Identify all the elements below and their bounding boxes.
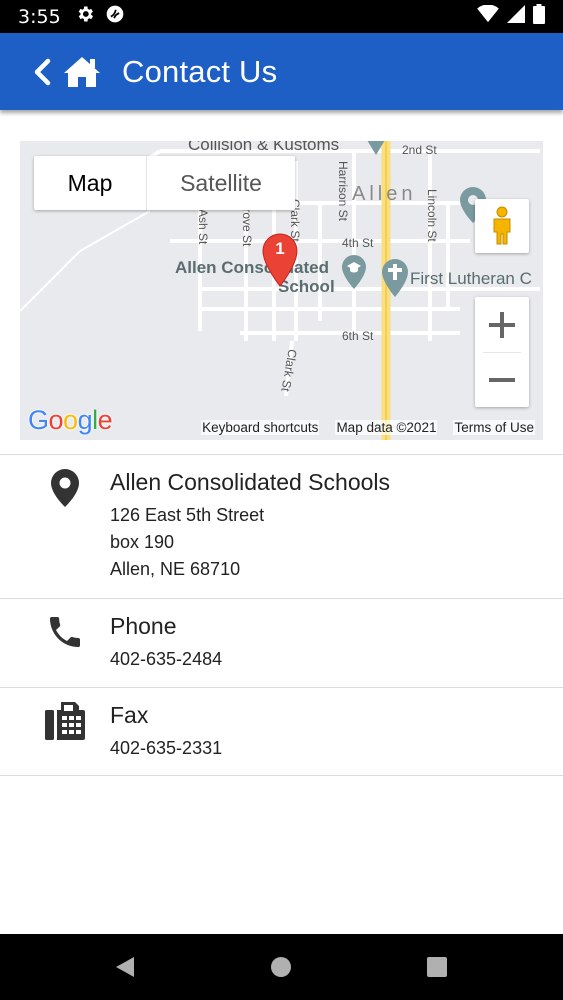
home-circle-icon <box>271 957 291 977</box>
map-label-church: First Lutheran C <box>410 269 532 288</box>
map-label-school-line1: Allen Consolidated <box>175 258 329 277</box>
map-view[interactable]: Collision & Kustoms 2nd St Harrison St A… <box>20 141 543 440</box>
map-label-2nd-st: 2nd St <box>402 143 437 157</box>
fax-title: Fax <box>110 702 149 728</box>
map-label-town: Allen <box>352 183 417 205</box>
keyboard-shortcuts-link[interactable]: Keyboard shortcuts <box>201 420 320 435</box>
plus-icon <box>489 311 515 338</box>
map-footer: Google Keyboard shortcuts Map data ©2021… <box>20 405 543 440</box>
minus-icon <box>489 377 515 382</box>
zoom-in-button[interactable] <box>475 297 529 352</box>
status-bar: 3:55 <box>0 0 563 33</box>
map-label-lincoln-st: Lincoln St <box>425 189 439 242</box>
divider <box>0 775 563 776</box>
wifi-icon <box>477 4 499 28</box>
battery-icon <box>533 4 545 29</box>
map-label-4th-st: 4th St <box>342 236 374 250</box>
poi-marker-icon[interactable] <box>364 141 388 161</box>
address-title: Allen Consolidated Schools <box>110 469 391 495</box>
address-line-1: 126 East 5th Street <box>110 505 265 525</box>
street-view-button[interactable] <box>475 199 529 253</box>
fax-icon <box>44 700 86 742</box>
back-triangle-icon <box>116 957 134 977</box>
page-title: Contact Us <box>122 53 278 89</box>
gear-icon <box>75 4 95 29</box>
terms-of-use-link[interactable]: Terms of Use <box>453 420 535 435</box>
address-row[interactable]: Allen Consolidated Schools 126 East 5th … <box>0 454 563 598</box>
map-label-harrison-st: Harrison St <box>336 161 350 222</box>
map-type-map-button[interactable]: Map <box>34 156 146 210</box>
fax-row[interactable]: Fax 402-635-2331 <box>0 687 563 775</box>
signal-icon <box>507 5 525 28</box>
map-data-label: Map data ©2021 <box>335 420 438 435</box>
map-type-control: Map Satellite <box>34 156 295 210</box>
chevron-left-icon <box>34 58 51 85</box>
app-bar: Contact Us <box>0 33 563 110</box>
map-label-6th-st: 6th St <box>342 329 374 343</box>
location-marker[interactable]: 1 <box>262 233 298 287</box>
church-poi-icon[interactable] <box>382 259 408 297</box>
map-type-satellite-button[interactable]: Satellite <box>146 156 295 210</box>
home-button[interactable] <box>62 52 102 92</box>
sync-icon <box>105 4 125 29</box>
map-label-ash-st: Ash St <box>196 209 210 245</box>
address-line-2: box 190 <box>110 532 175 552</box>
nav-recents-button[interactable] <box>424 954 450 980</box>
pegman-icon <box>493 206 511 245</box>
zoom-control <box>475 297 529 407</box>
status-time: 3:55 <box>18 5 61 28</box>
marker-number: 1 <box>275 239 285 258</box>
map-label-business: Collision & Kustoms <box>188 141 340 154</box>
phone-icon <box>44 611 86 653</box>
recents-square-icon <box>427 957 447 977</box>
phone-title: Phone <box>110 613 177 639</box>
google-logo: Google <box>28 405 113 435</box>
nav-back-button[interactable] <box>112 954 138 980</box>
back-button[interactable] <box>26 52 58 92</box>
school-poi-icon[interactable] <box>342 255 366 289</box>
nav-home-button[interactable] <box>268 954 294 980</box>
fax-number: 402-635-2331 <box>110 738 223 758</box>
system-nav-bar <box>0 934 563 1000</box>
location-pin-icon <box>44 467 86 509</box>
address-line-3: Allen, NE 68710 <box>110 559 241 579</box>
phone-number[interactable]: 402-635-2484 <box>110 649 222 670</box>
home-icon <box>64 56 100 87</box>
zoom-out-button[interactable] <box>475 352 529 407</box>
phone-row[interactable]: Phone 402-635-2484 <box>0 598 563 687</box>
